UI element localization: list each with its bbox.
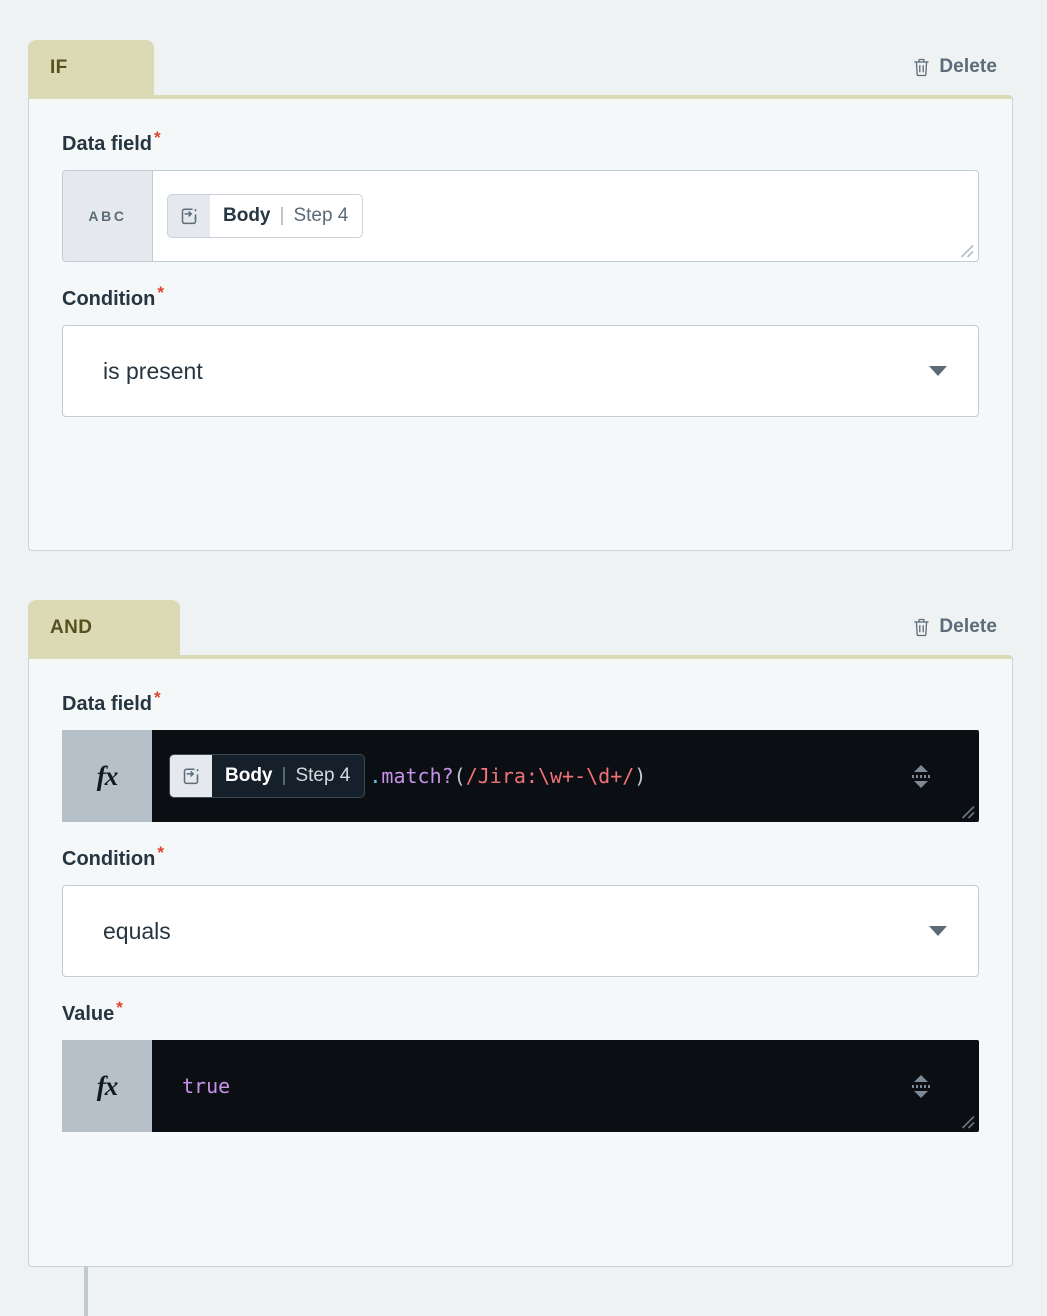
and-condition-label-text: Condition [62,848,155,870]
if-data-field-label-text: Data field [62,133,152,155]
abc-type-icon: ABC [63,171,153,261]
condition-group-and: AND Delete Data field* [28,600,1013,1267]
resize-handle-icon[interactable] [956,240,974,258]
if-data-field-input[interactable]: ABC [62,170,979,262]
delete-condition-if-button[interactable]: Delete [911,53,999,81]
and-value-code-editor[interactable]: fx true [62,1040,979,1132]
condition-group-if-header: IF Delete [28,40,1013,95]
if-data-field-required-star: * [154,128,161,147]
step-output-icon [168,195,210,237]
delete-condition-and-label: Delete [939,616,997,638]
grip-arrow-up [914,765,928,772]
resize-handle-icon[interactable] [957,1111,975,1129]
grip-arrow-up [914,1075,928,1082]
grip-dots [912,775,930,778]
and-data-field-expression: .match?(/Jira:\w+-\d+/) [369,764,646,788]
condition-group-if-body: Data field* ABC [28,95,1013,551]
and-data-field-block: Data field* fx [62,693,979,822]
data-token-body-step4[interactable]: Body | Step 4 [167,194,363,238]
and-value-block: Value* fx true [62,1003,979,1132]
abc-type-label: ABC [88,208,126,224]
fx-formula-label: fx [97,1071,118,1102]
and-value-required-star: * [116,998,123,1017]
data-token-step: Step 4 [295,765,350,787]
and-data-field-required-star: * [154,688,161,707]
resize-handle-icon[interactable] [957,801,975,819]
and-condition-select[interactable]: equals [62,885,979,977]
condition-group-if: IF Delete Data field* [28,40,1013,551]
trash-icon [913,58,930,77]
data-token-separator: | [282,765,287,787]
if-data-field-block: Data field* ABC [62,133,979,262]
data-token-step: Step 4 [293,205,348,227]
fx-formula-label: fx [97,761,118,792]
if-condition-select[interactable]: is present [62,325,979,417]
code-token-paren: ) [634,764,646,788]
chevron-down-icon[interactable] [929,926,947,936]
and-data-field-code-editor[interactable]: fx [62,730,979,822]
chevron-down-icon[interactable] [929,366,947,376]
code-token-punct: . [369,764,381,788]
data-token-text: Body | Step 4 [210,205,362,227]
if-condition-required-star: * [157,283,164,302]
if-data-field-label: Data field* [62,133,159,156]
and-condition-required-star: * [157,843,164,862]
data-token-name: Body [223,205,271,227]
and-condition-label: Condition* [62,848,162,871]
if-condition-label: Condition* [62,288,162,311]
condition-group-and-header: AND Delete [28,600,1013,655]
and-value-label-text: Value [62,1003,114,1025]
fx-formula-icon: fx [62,730,152,822]
if-data-field-content[interactable]: Body | Step 4 [153,171,978,261]
delete-condition-if-label: Delete [939,56,997,78]
and-data-field-code-content[interactable]: Body | Step 4 .match?(/Jira:\w+-\d+/) [152,730,979,822]
flow-connector-line [84,1266,88,1316]
condition-group-and-tab-label: AND [50,617,92,639]
condition-group-if-tab[interactable]: IF [28,40,154,95]
fx-formula-icon: fx [62,1040,152,1132]
and-value-expression: true [182,1074,230,1098]
code-token-method: match? [381,764,453,788]
if-condition-selected-value: is present [103,358,203,385]
and-value-code-content[interactable]: true [152,1040,979,1132]
data-token-name: Body [225,765,273,787]
delete-condition-and-button[interactable]: Delete [911,613,999,641]
code-token-bool: true [182,1074,230,1098]
code-token-paren: ( [454,764,466,788]
condition-builder-page: IF Delete Data field* [0,0,1047,1316]
condition-group-and-tab[interactable]: AND [28,600,180,655]
and-value-label: Value* [62,1003,121,1026]
data-token-separator: | [280,205,285,227]
if-condition-block: Condition* is present [62,288,979,417]
grip-arrow-down [914,1091,928,1098]
data-token-body-step4[interactable]: Body | Step 4 [169,754,365,798]
trash-icon [913,618,930,637]
code-token-regex: /Jira:\w+-\d+/ [466,764,635,788]
data-token-text: Body | Step 4 [212,765,364,787]
and-condition-block: Condition* equals [62,848,979,977]
grip-dots [912,1085,930,1088]
expand-collapse-grip-icon[interactable] [909,755,933,797]
and-data-field-label-text: Data field [62,693,152,715]
if-condition-label-text: Condition [62,288,155,310]
and-condition-selected-value: equals [103,918,171,945]
condition-group-if-tab-label: IF [50,57,68,79]
condition-group-and-body: Data field* fx [28,655,1013,1267]
and-data-field-label: Data field* [62,693,159,716]
step-output-icon [170,755,212,797]
expand-collapse-grip-icon[interactable] [909,1065,933,1107]
grip-arrow-down [914,781,928,788]
